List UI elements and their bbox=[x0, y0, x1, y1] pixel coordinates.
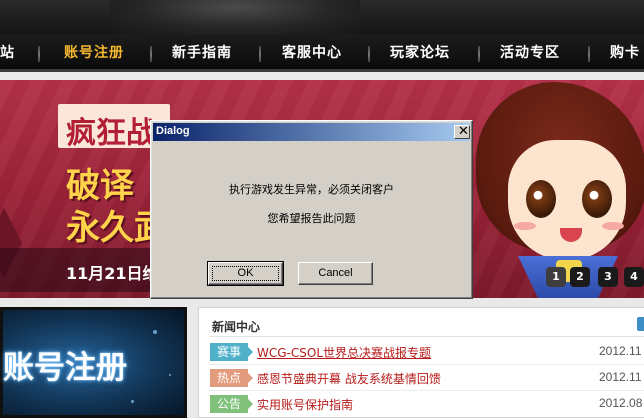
dialog-titlebar[interactable]: Dialog ✕ bbox=[153, 123, 470, 141]
mascot-character-illustration bbox=[470, 80, 644, 298]
character-left-blush bbox=[514, 222, 536, 230]
register-promo[interactable]: 账号注册 bbox=[0, 307, 187, 418]
site-header bbox=[0, 0, 644, 34]
nav-separator bbox=[478, 46, 480, 62]
cancel-button[interactable]: Cancel bbox=[298, 262, 373, 285]
dialog-close-button[interactable]: ✕ bbox=[454, 124, 470, 139]
sparkle-decoration bbox=[153, 330, 157, 334]
news-tag: 公告 bbox=[210, 395, 253, 413]
dialog-message-line2: 您希望报告此问题 bbox=[267, 212, 356, 225]
news-tag: 赛事 bbox=[210, 343, 253, 361]
banner-page-2[interactable]: 2 bbox=[570, 267, 590, 287]
error-dialog: Dialog ✕ 执行游戏发生异常，必须关闭客户 您希望报告此问题 OK Can… bbox=[150, 120, 473, 299]
nav-item-events[interactable]: 活动专区 bbox=[500, 34, 560, 72]
main-nav: 站 账号注册 新手指南 客服中心 玩家论坛 活动专区 购卡 bbox=[0, 34, 644, 72]
news-headline-link[interactable]: 感恩节盛典开幕 战友系统基情回馈 bbox=[257, 370, 441, 387]
news-headline-link[interactable]: WCG-CSOL世界总决赛战报专题 bbox=[257, 344, 431, 361]
banner-page-3[interactable]: 3 bbox=[598, 267, 618, 287]
banner-page-1[interactable]: 1 bbox=[546, 267, 566, 287]
close-icon: ✕ bbox=[458, 124, 469, 139]
news-row[interactable]: 热点 感恩节盛典开幕 战友系统基情回馈 2012.11 bbox=[210, 369, 644, 391]
news-panel-title: 新闻中心 bbox=[212, 320, 261, 334]
sparkle-decoration bbox=[169, 374, 171, 376]
cancel-button-label: Cancel bbox=[318, 267, 353, 279]
promo-label: 账号注册 bbox=[3, 350, 127, 386]
dialog-title: Dialog bbox=[156, 125, 190, 137]
news-row-separator bbox=[209, 390, 644, 391]
nav-separator bbox=[38, 46, 40, 62]
banner-date-strip: 11月21日维 bbox=[0, 248, 170, 292]
dialog-message-line1: 执行游戏发生异常，必须关闭客户 bbox=[229, 183, 394, 196]
news-date: 2012.11 bbox=[599, 370, 642, 384]
nav-separator bbox=[150, 46, 152, 62]
news-row[interactable]: 公告 实用账号保护指南 2012.08 bbox=[210, 395, 644, 417]
focus-rectangle bbox=[212, 266, 279, 281]
banner-date-text: 11月21日维 bbox=[66, 264, 159, 283]
nav-separator bbox=[368, 46, 370, 62]
nav-item-support[interactable]: 客服中心 bbox=[282, 34, 342, 72]
nav-separator bbox=[588, 46, 590, 62]
news-more-button[interactable] bbox=[637, 317, 644, 331]
news-row-separator bbox=[209, 364, 644, 365]
banner-page-4[interactable]: 4 bbox=[624, 267, 644, 287]
news-panel: 新闻中心 赛事 WCG-CSOL世界总决赛战报专题 2012.11 热点 感恩节… bbox=[198, 307, 644, 418]
nav-separator bbox=[259, 46, 261, 62]
nav-item-forum[interactable]: 玩家论坛 bbox=[390, 34, 450, 72]
character-right-eye bbox=[582, 180, 612, 218]
nav-item-buy-card[interactable]: 购卡 bbox=[610, 34, 640, 72]
character-left-eye bbox=[526, 180, 556, 218]
nav-item-register[interactable]: 账号注册 bbox=[64, 34, 124, 72]
character-right-blush bbox=[602, 222, 624, 230]
news-row[interactable]: 赛事 WCG-CSOL世界总决赛战报专题 2012.11 bbox=[210, 343, 644, 365]
news-tag: 热点 bbox=[210, 369, 253, 387]
banner-title: 疯狂战 bbox=[66, 116, 156, 151]
nav-item-guide[interactable]: 新手指南 bbox=[172, 34, 232, 72]
nav-item-site[interactable]: 站 bbox=[0, 34, 15, 72]
news-divider bbox=[209, 336, 644, 337]
news-headline-link[interactable]: 实用账号保护指南 bbox=[257, 396, 353, 413]
header-artwork bbox=[110, 0, 360, 34]
news-date: 2012.08 bbox=[599, 396, 643, 410]
sparkle-decoration bbox=[131, 400, 134, 403]
ok-button[interactable]: OK bbox=[207, 261, 284, 286]
news-date: 2012.11 bbox=[599, 344, 642, 358]
